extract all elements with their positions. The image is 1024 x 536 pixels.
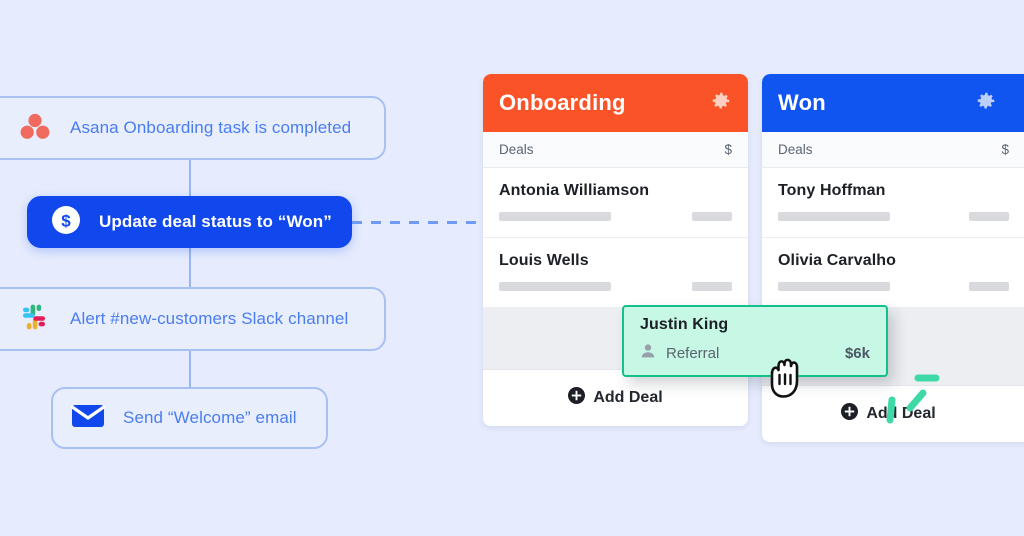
workflow-step-label: Alert #new-customers Slack channel	[70, 309, 349, 328]
placeholder-bar	[692, 282, 732, 291]
workflow-step-welcome-email[interactable]: Send “Welcome” email	[51, 387, 328, 449]
dragged-deal-amount: $6k	[844, 345, 870, 362]
add-deal-button-onboarding[interactable]: Add Deal	[483, 370, 748, 426]
table-row[interactable]: Antonia Williamson	[483, 168, 748, 238]
workflow-step-update-deal-status[interactable]: $ Update deal status to “Won”	[27, 196, 352, 248]
column-header-deals: Deals	[499, 142, 534, 157]
envelope-icon	[70, 403, 106, 434]
add-deal-label: Add Deal	[593, 389, 663, 406]
placeholder-bar	[778, 212, 890, 221]
asana-icon	[20, 112, 50, 145]
connector-action-to-slack	[189, 247, 191, 287]
svg-text:$: $	[61, 211, 71, 230]
workflow-step-label: Send “Welcome” email	[123, 408, 297, 427]
workflow-step-asana-trigger[interactable]: Asana Onboarding task is completed	[0, 96, 386, 160]
dragged-deal-source-label: Referral	[666, 345, 720, 362]
workflow-panel: Asana Onboarding task is completed $ Upd…	[0, 0, 470, 536]
grabbing-hand-cursor	[764, 354, 808, 405]
workflow-step-label: Update deal status to “Won”	[99, 212, 332, 231]
board-title: Onboarding	[499, 90, 626, 115]
workflow-step-slack-alert[interactable]: Alert #new-customers Slack channel	[0, 287, 386, 351]
deal-meta	[778, 282, 1009, 291]
deal-meta	[499, 212, 732, 221]
dragged-deal-name: Justin King	[640, 316, 729, 333]
board-subheader-won: Deals $	[762, 132, 1024, 168]
placeholder-bar	[692, 212, 732, 221]
dollar-circle-icon: $	[51, 205, 81, 240]
person-icon	[640, 343, 656, 364]
gear-icon[interactable]	[710, 90, 732, 117]
plus-circle-icon	[568, 387, 586, 409]
column-header-amount: $	[724, 142, 732, 157]
table-row[interactable]: Louis Wells	[483, 238, 748, 308]
placeholder-bar	[499, 282, 611, 291]
connector-slack-to-email	[189, 349, 191, 387]
workflow-step-label: Asana Onboarding task is completed	[70, 118, 352, 137]
deal-meta	[778, 212, 1009, 221]
slack-icon	[20, 303, 48, 336]
deal-name: Louis Wells	[499, 252, 589, 269]
column-header-amount: $	[1001, 142, 1009, 157]
connector-trigger-to-action	[189, 158, 191, 196]
placeholder-bar	[969, 212, 1009, 221]
board-header-onboarding: Onboarding	[483, 74, 748, 132]
canvas: Asana Onboarding task is completed $ Upd…	[0, 0, 1024, 536]
deal-meta	[499, 282, 732, 291]
deal-name: Olivia Carvalho	[778, 252, 896, 269]
dragged-deal-card[interactable]: Justin King Referral $6k	[622, 305, 888, 377]
dragged-deal-meta: Referral $6k	[640, 343, 870, 364]
plus-circle-icon	[841, 403, 859, 425]
dragged-deal-source: Referral	[640, 343, 719, 364]
deal-name: Tony Hoffman	[778, 182, 886, 199]
board-title: Won	[778, 90, 826, 115]
gear-icon[interactable]	[975, 90, 997, 117]
column-header-deals: Deals	[778, 142, 813, 157]
placeholder-bar	[778, 282, 890, 291]
dashed-link-to-board	[352, 221, 484, 224]
deal-name: Antonia Williamson	[499, 182, 650, 199]
placeholder-bar	[499, 212, 611, 221]
table-row[interactable]: Tony Hoffman	[762, 168, 1024, 238]
placeholder-bar	[969, 282, 1009, 291]
board-subheader-onboarding: Deals $	[483, 132, 748, 168]
table-row[interactable]: Olivia Carvalho	[762, 238, 1024, 308]
board-header-won: Won	[762, 74, 1024, 132]
